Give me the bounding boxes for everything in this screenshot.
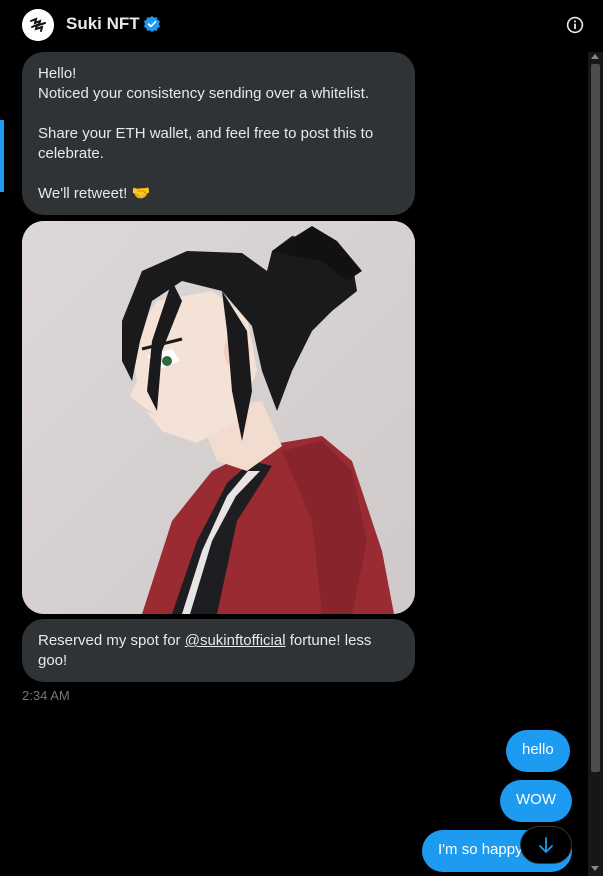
verified-badge-icon — [143, 15, 161, 33]
message-text: Reserved my spot for — [38, 632, 185, 649]
sent-message[interactable]: hello — [506, 730, 570, 772]
mention-link[interactable]: @sukinftofficial — [185, 632, 286, 649]
message-line: Share your ETH wallet, and feel free to … — [38, 125, 374, 162]
suki-logo-icon[interactable] — [22, 9, 54, 41]
arrow-down-icon — [539, 837, 553, 853]
message-line: We'll retweet! 🤝 — [38, 185, 151, 202]
message-line: Hello! — [38, 65, 77, 82]
info-icon[interactable] — [566, 16, 584, 34]
message-timestamp: 2:34 AM — [22, 688, 70, 703]
active-indicator — [0, 120, 4, 192]
scroll-down-arrow-icon[interactable] — [591, 866, 599, 871]
anime-samurai-portrait-image[interactable] — [22, 221, 415, 614]
conversation-header: Suki NFT — [0, 0, 603, 52]
scrollbar-thumb[interactable] — [591, 64, 600, 772]
message-line: Noticed your consistency sending over a … — [38, 85, 369, 102]
conversation-title[interactable]: Suki NFT — [66, 14, 140, 34]
received-message[interactable]: Hello! Noticed your consistency sending … — [22, 52, 415, 215]
received-message[interactable]: Reserved my spot for @sukinftofficial fo… — [22, 619, 415, 682]
scroll-up-arrow-icon[interactable] — [591, 54, 599, 59]
sent-message[interactable]: WOW — [500, 780, 572, 822]
scroll-to-bottom-button[interactable] — [520, 826, 572, 864]
